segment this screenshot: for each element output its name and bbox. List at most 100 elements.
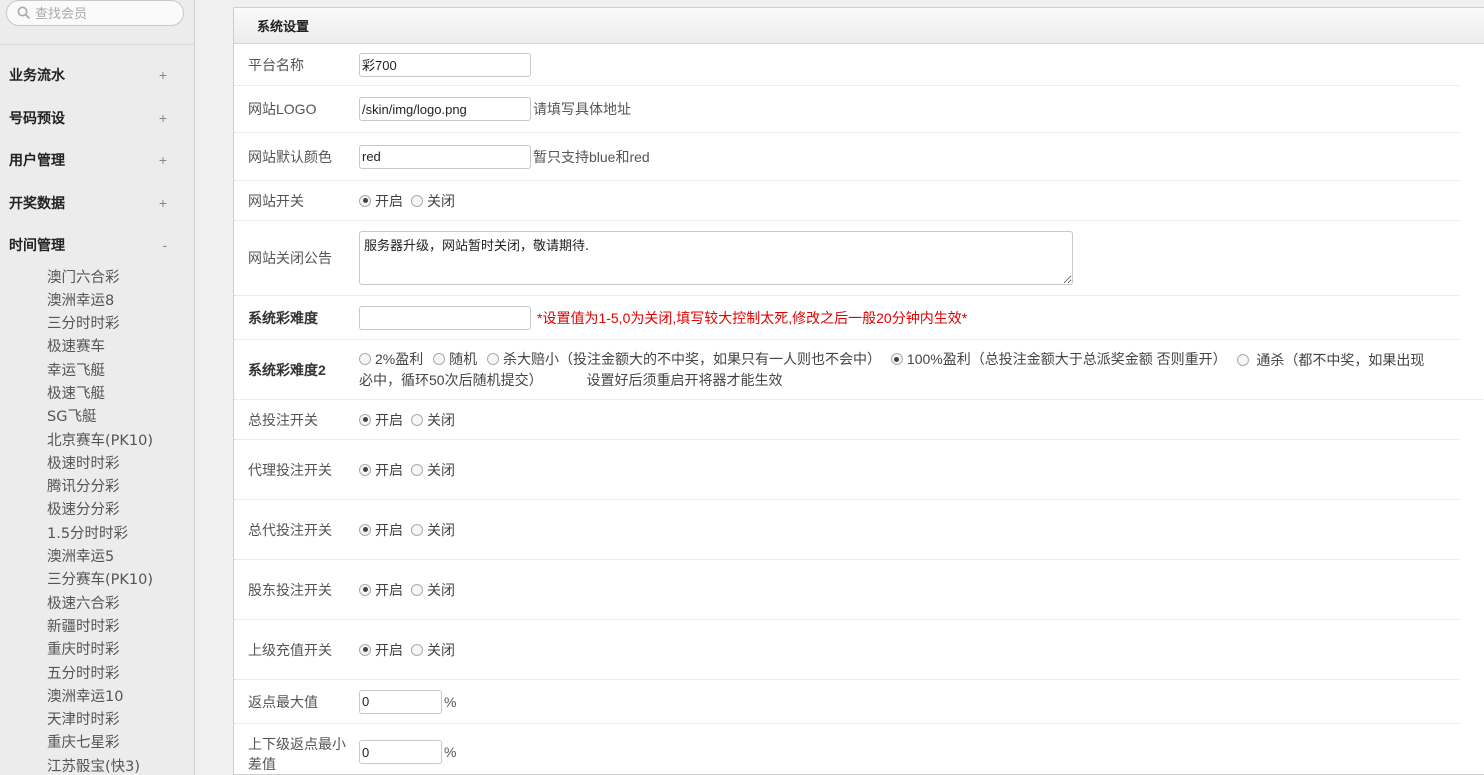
difficulty-hint: *设置值为1-5,0为关闭,填写较大控制太死,修改之后一般20分钟内生效*: [537, 309, 968, 326]
row-total-bet: 总投注开关 开启 关闭: [234, 400, 1460, 440]
radio-selected-icon: [359, 643, 371, 656]
settings-form: 平台名称 网站LOGO 请填写具体地址 网站默认颜色 暂只支持blue和red …: [234, 44, 1484, 775]
field-label: 系统彩难度2: [248, 361, 326, 378]
field-label: 网站开关: [248, 192, 304, 209]
row-shareholder-bet: 股东投注开关 开启 关闭: [234, 560, 1460, 620]
expand-icon: +: [158, 67, 167, 84]
submenu-item[interactable]: 重庆七星彩: [47, 732, 194, 755]
row-platform-name: 平台名称: [234, 44, 1460, 86]
menu-item-time-management[interactable]: 时间管理 -: [0, 224, 194, 267]
field-label: 返点最大值: [248, 693, 318, 710]
platform-name-input[interactable]: [359, 52, 531, 77]
shareholder-bet-off-radio[interactable]: 关闭: [411, 580, 455, 600]
radio-icon: [359, 353, 371, 365]
radio-icon: [1236, 354, 1249, 366]
expand-icon: +: [158, 109, 167, 126]
field-label: 平台名称: [248, 56, 304, 73]
menu-item-label: 号码预设: [9, 109, 65, 126]
field-label: 网站默认颜色: [248, 148, 332, 165]
menu-item-user-management[interactable]: 用户管理 +: [0, 139, 194, 182]
radio-icon: [433, 353, 446, 365]
radio-icon: [411, 194, 423, 207]
difficulty2-note: 设置好后须重启开将器才能生效: [586, 372, 783, 388]
agent-bet-on-radio[interactable]: 开启: [359, 460, 403, 480]
row-logo: 网站LOGO 请填写具体地址: [234, 86, 1460, 133]
radio-selected-icon: [359, 523, 371, 536]
sidebar-menu: 业务流水 + 号码预设 + 用户管理 + 开奖数据 + 时间管理 - 澳门六合彩…: [0, 54, 194, 775]
submenu-item[interactable]: 幸运飞艇: [47, 360, 194, 383]
close-notice-textarea[interactable]: 服务器升级，网站暂时关闭，敬请期待.: [359, 231, 1073, 285]
logo-url-input[interactable]: [359, 97, 531, 121]
submenu-item[interactable]: 北京赛车(PK10): [47, 430, 194, 453]
submenu-item[interactable]: 极速六合彩: [47, 593, 194, 616]
submenu-item[interactable]: SG飞艇: [47, 406, 194, 429]
submenu-item[interactable]: 极速赛车: [47, 336, 194, 359]
general-agent-bet-off-radio[interactable]: 关闭: [411, 520, 455, 540]
field-label: 网站关闭公告: [248, 250, 332, 266]
submenu-item[interactable]: 三分时时彩: [47, 313, 194, 336]
submenu-item[interactable]: 澳门六合彩: [47, 267, 194, 290]
field-label: 股东投注开关: [248, 581, 332, 598]
panel-title: 系统设置: [234, 8, 1484, 44]
submenu-item[interactable]: 腾讯分分彩: [47, 476, 194, 499]
agent-bet-off-radio[interactable]: 关闭: [411, 460, 455, 480]
settings-panel: 系统设置 平台名称 网站LOGO 请填写具体地址 网站默认颜色 暂只支持blue…: [233, 7, 1484, 775]
submenu-item[interactable]: 极速飞艇: [47, 383, 194, 406]
submenu-item[interactable]: 极速分分彩: [47, 499, 194, 522]
submenu-item[interactable]: 五分时时彩: [47, 663, 194, 686]
submenu-item[interactable]: 天津时时彩: [47, 709, 194, 732]
general-agent-bet-on-radio[interactable]: 开启: [359, 520, 403, 540]
radio-icon: [487, 353, 500, 365]
difficulty-input[interactable]: [359, 305, 531, 330]
radio-icon: [411, 413, 423, 426]
sidebar: 业务流水 + 号码预设 + 用户管理 + 开奖数据 + 时间管理 - 澳门六合彩…: [0, 0, 195, 775]
profit-2-radio[interactable]: 2%盈利: [359, 349, 423, 369]
radio-icon: [411, 643, 423, 656]
row-close-notice: 网站关闭公告 服务器升级，网站暂时关闭，敬请期待.: [234, 221, 1460, 296]
site-on-radio[interactable]: 开启: [359, 191, 403, 211]
menu-item-label: 开奖数据: [9, 194, 65, 211]
submenu-item[interactable]: 澳洲幸运5: [47, 546, 194, 569]
menu-item-draw-data[interactable]: 开奖数据 +: [0, 182, 194, 225]
total-bet-off-radio[interactable]: 关闭: [411, 410, 455, 430]
default-color-input[interactable]: [359, 144, 531, 169]
radio-selected-icon: [359, 413, 371, 426]
shareholder-bet-on-radio[interactable]: 开启: [359, 580, 403, 600]
submenu-item[interactable]: 江苏骰宝(快3): [47, 756, 194, 775]
submenu-item[interactable]: 1.5分时时彩: [47, 523, 194, 546]
kill-big-radio[interactable]: 杀大赔小（投注金额大的不中奖，如果只有一人则也不会中）: [487, 349, 881, 369]
submenu-item[interactable]: 重庆时时彩: [47, 639, 194, 662]
member-search[interactable]: [6, 0, 184, 26]
rebate-max-input[interactable]: [359, 689, 442, 714]
member-search-input[interactable]: [35, 5, 175, 21]
percent-unit: %: [444, 693, 457, 710]
row-upper-recharge: 上级充值开关 开启 关闭: [234, 620, 1460, 680]
random-radio[interactable]: 随机: [433, 349, 477, 369]
rebate-diff-input[interactable]: [359, 740, 442, 764]
menu-item-business-flow[interactable]: 业务流水 +: [0, 54, 194, 97]
percent-unit: %: [444, 744, 457, 760]
row-general-agent-bet: 总代投注开关 开启 关闭: [234, 500, 1460, 560]
radio-selected-icon: [359, 463, 371, 476]
field-label: 代理投注开关: [248, 461, 332, 478]
submenu-item[interactable]: 新疆时时彩: [47, 616, 194, 639]
submenu-item[interactable]: 三分赛车(PK10): [47, 569, 194, 592]
total-bet-on-radio[interactable]: 开启: [359, 410, 403, 430]
sidebar-divider: [0, 44, 194, 45]
submenu-item[interactable]: 澳洲幸运10: [47, 686, 194, 709]
profit-100-radio[interactable]: 100%盈利（总投注金额大于总派奖金额 否则重开）: [890, 349, 1227, 369]
submenu-item[interactable]: 极速时时彩: [47, 453, 194, 476]
radio-icon: [411, 463, 423, 476]
upper-recharge-off-radio[interactable]: 关闭: [411, 640, 455, 660]
site-off-radio[interactable]: 关闭: [411, 191, 455, 211]
time-management-submenu: 澳门六合彩 澳洲幸运8 三分时时彩 极速赛车 幸运飞艇 极速飞艇 SG飞艇 北京…: [0, 267, 194, 775]
row-default-color: 网站默认颜色 暂只支持blue和red: [234, 133, 1460, 181]
menu-item-number-preset[interactable]: 号码预设 +: [0, 97, 194, 140]
expand-icon: +: [158, 194, 167, 211]
color-hint: 暂只支持blue和red: [533, 148, 650, 165]
collapse-icon: -: [162, 237, 167, 254]
upper-recharge-on-radio[interactable]: 开启: [359, 640, 403, 660]
field-label: 总投注开关: [248, 411, 318, 428]
submenu-item[interactable]: 澳洲幸运8: [47, 290, 194, 313]
row-site-switch: 网站开关 开启 关闭: [234, 181, 1460, 221]
